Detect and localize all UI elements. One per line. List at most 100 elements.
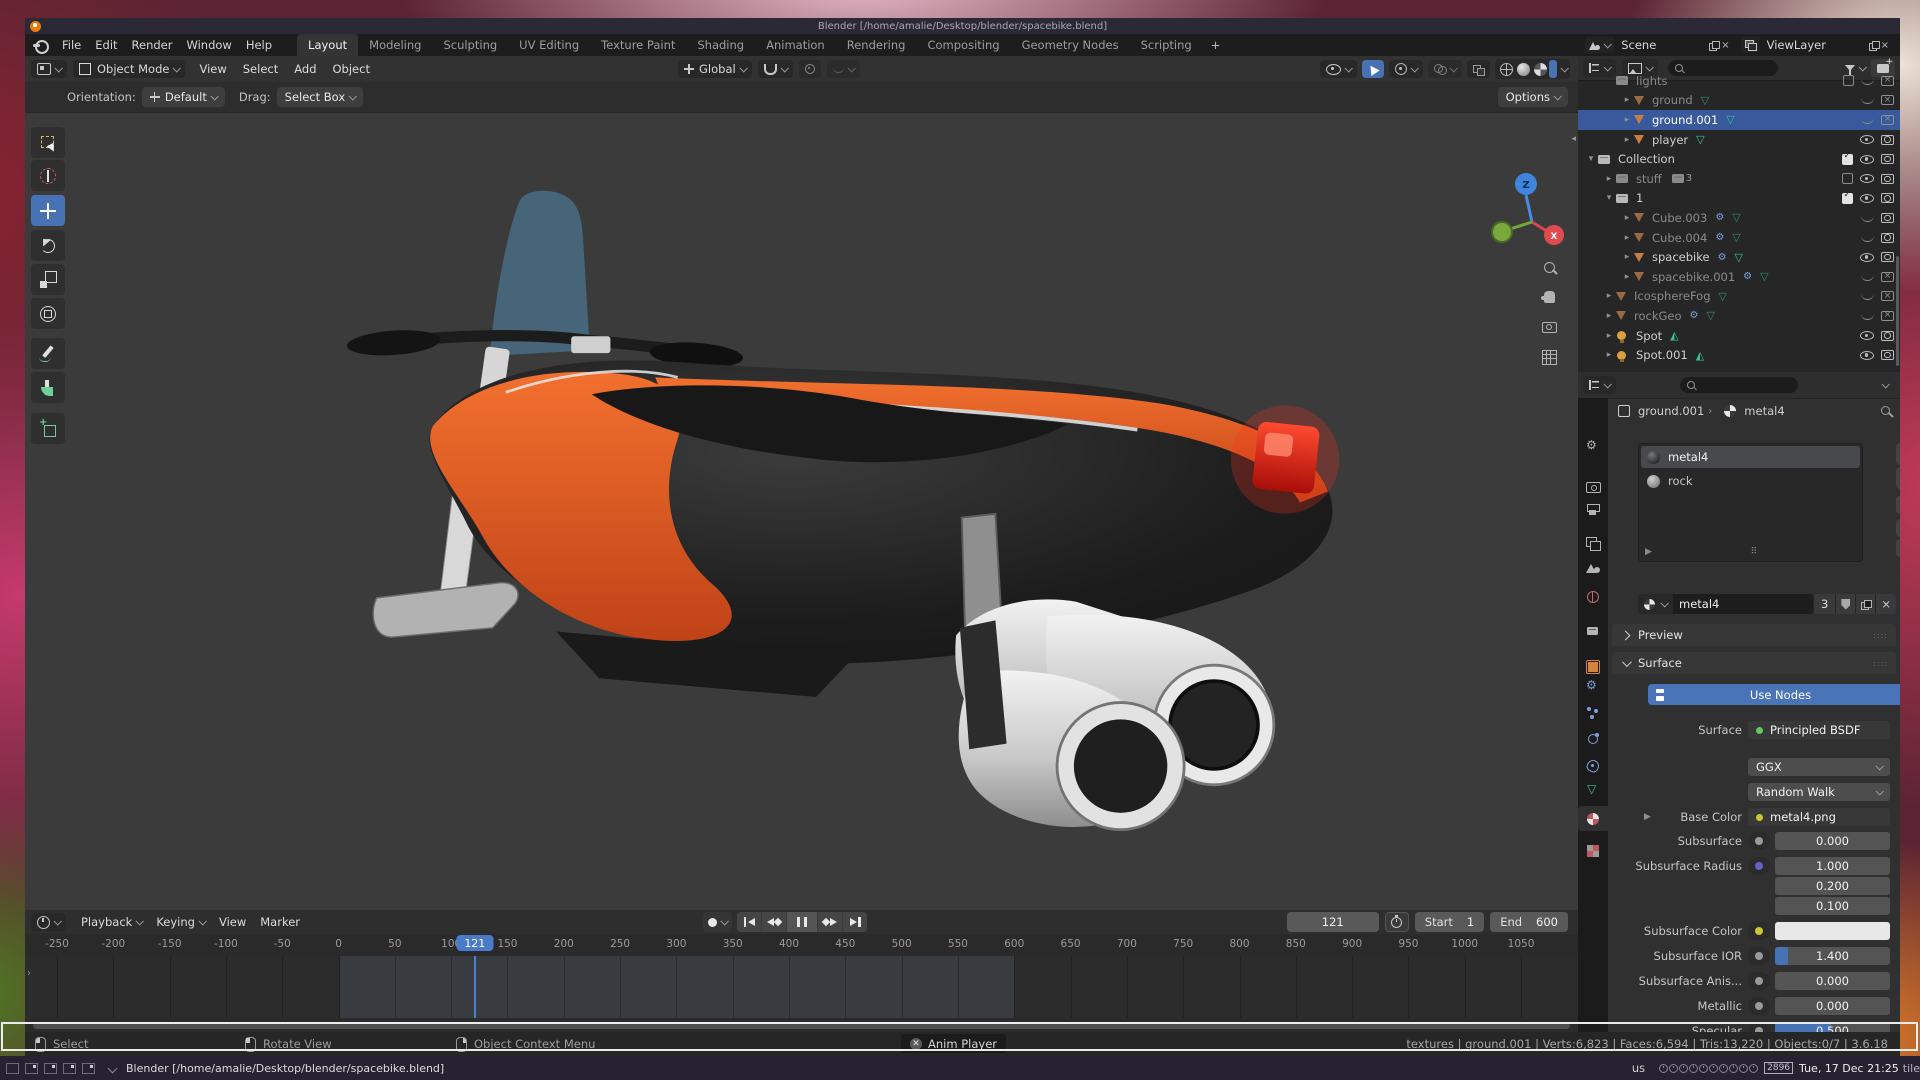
tool-transform-button[interactable]: [31, 298, 65, 329]
properties-tab-render[interactable]: [1578, 474, 1608, 499]
use-preview-range-button[interactable]: [1385, 912, 1409, 932]
add-workspace-button[interactable]: +: [1203, 34, 1229, 56]
eye-closed-icon[interactable]: [1861, 273, 1874, 281]
breadcrumb-object[interactable]: ground.001: [1638, 404, 1704, 418]
tab-layout[interactable]: Layout: [297, 34, 358, 56]
move-slot-down-button[interactable]: ▼: [1896, 539, 1900, 557]
viewport-3d[interactable]: Object Mode ViewSelectAddObject Global: [25, 56, 1578, 910]
options-dropdown[interactable]: Options: [1498, 87, 1568, 107]
tray-applet-icon[interactable]: [1689, 1064, 1698, 1073]
timeline-menu-view[interactable]: View: [212, 912, 253, 932]
eye-open-icon[interactable]: [1860, 155, 1874, 164]
tray-applet-icon[interactable]: [1699, 1064, 1708, 1073]
camera-disabled-icon[interactable]: [1881, 95, 1894, 105]
tab-rendering[interactable]: Rendering: [836, 34, 917, 56]
browse-material-dropdown[interactable]: [1638, 594, 1673, 614]
tool-annotate-button[interactable]: [31, 338, 65, 369]
pager-workspace-1[interactable]: [6, 1063, 19, 1074]
jump-start-button[interactable]: [737, 912, 762, 932]
properties-tab-constraints[interactable]: [1578, 753, 1608, 778]
expand-arrow-icon[interactable]: ▸: [1620, 115, 1634, 125]
timeline-ruler[interactable]: -250-200-150-100-50050100150200250300350…: [25, 934, 1578, 957]
remove-slot-button[interactable]: −: [1896, 467, 1900, 489]
outliner-row-cube-004[interactable]: ▸Cube.004⚙▽: [1578, 228, 1900, 248]
material-users-count[interactable]: 3: [1813, 594, 1835, 614]
transform-orientation-dropdown[interactable]: Global: [678, 60, 752, 78]
eye-closed-icon[interactable]: [1861, 116, 1874, 124]
blender-menu-icon[interactable]: [33, 39, 49, 51]
tool-scale-button[interactable]: [31, 264, 65, 295]
expand-arrow-icon[interactable]: ▾: [1602, 193, 1616, 203]
camera-disabled-icon[interactable]: [1881, 311, 1894, 321]
properties-tab-tool[interactable]: [1578, 434, 1608, 459]
properties-tab-object-data[interactable]: [1578, 778, 1608, 803]
pan-tool-button[interactable]: [1538, 286, 1560, 308]
slot-specials-button[interactable]: [1896, 496, 1900, 514]
outliner[interactable]: lights▸ground▽▸ground.001▽▸player▽▾Colle…: [1578, 56, 1900, 372]
playhead[interactable]: [474, 956, 476, 1018]
base-color-field[interactable]: metal4.png: [1748, 808, 1890, 826]
properties-tab-modifiers[interactable]: [1578, 674, 1608, 699]
timeline-tracks[interactable]: [25, 956, 1578, 1018]
surface-shader-field[interactable]: Principled BSDF: [1748, 721, 1890, 739]
outliner-row-ground[interactable]: ▸ground▽: [1578, 91, 1900, 111]
timeline-expand-arrow-icon[interactable]: ›: [27, 968, 31, 979]
xray-toggle[interactable]: [1467, 60, 1490, 78]
unlink-scene-icon[interactable]: ×: [1718, 40, 1732, 51]
pause-button[interactable]: [787, 912, 818, 932]
tray-applet-icon[interactable]: [1739, 1064, 1748, 1073]
next-key-button[interactable]: [818, 912, 843, 932]
properties-tab-physics[interactable]: [1578, 726, 1608, 751]
eye-open-icon[interactable]: [1860, 135, 1874, 144]
outliner-row-rockgeo[interactable]: ▸rockGeo⚙▽: [1578, 306, 1900, 326]
properties-tab-collection[interactable]: [1578, 618, 1608, 643]
expand-arrow-icon[interactable]: ▸: [1620, 213, 1634, 223]
properties-tab-particles[interactable]: [1578, 699, 1608, 724]
properties-tab-output[interactable]: [1578, 497, 1608, 522]
material-shading-button[interactable]: [1534, 63, 1547, 76]
camera-disabled-icon[interactable]: [1881, 272, 1894, 282]
tool-cursor-button[interactable]: [31, 160, 65, 191]
remove-viewlayer-icon[interactable]: ×: [1878, 40, 1892, 51]
camera-disabled-icon[interactable]: [1881, 291, 1894, 301]
socket-chip[interactable]: [1748, 947, 1770, 965]
gizmos-dropdown[interactable]: [1389, 60, 1423, 78]
menu-help[interactable]: Help: [239, 35, 279, 55]
timeline-scrollbar[interactable]: [33, 1022, 1570, 1029]
timeline-menu-marker[interactable]: Marker: [253, 912, 307, 932]
wireframe-shading-button[interactable]: [1500, 63, 1513, 76]
rendered-shading-button[interactable]: [1549, 60, 1557, 78]
expand-arrow-icon[interactable]: ▸: [1602, 350, 1616, 360]
solid-shading-button[interactable]: [1517, 63, 1530, 76]
socket-chip[interactable]: [1748, 922, 1770, 940]
expand-arrow-icon[interactable]: ▸: [1620, 233, 1634, 243]
tool-box-select-button[interactable]: [31, 127, 65, 158]
outliner-row-cube-003[interactable]: ▸Cube.003⚙▽: [1578, 208, 1900, 228]
copy-material-button[interactable]: [1855, 594, 1875, 614]
checkbox-checked[interactable]: [1842, 193, 1853, 204]
camera-disabled-icon[interactable]: [1881, 76, 1894, 86]
new-scene-icon[interactable]: [1709, 41, 1718, 50]
color-swatch-field[interactable]: [1775, 922, 1890, 940]
outliner-row-stuff[interactable]: ▸stuff3: [1578, 169, 1900, 189]
properties-tab-scene[interactable]: [1578, 554, 1608, 579]
eye-closed-icon[interactable]: [1861, 214, 1874, 222]
expand-arrow-icon[interactable]: ▸: [1602, 311, 1616, 321]
pager-workspace-3[interactable]: [44, 1063, 57, 1074]
pager-workspace-2[interactable]: [25, 1063, 38, 1074]
tray-applet-icon[interactable]: [1749, 1064, 1758, 1073]
expand-arrow-icon[interactable]: ▾: [1584, 154, 1598, 164]
properties-editor[interactable]: ground.001 › metal4 ▶⠿ metal4rock + − ▲ …: [1578, 372, 1900, 1032]
camera-icon[interactable]: [1881, 252, 1894, 262]
expand-arrow-icon[interactable]: ▸: [1620, 252, 1634, 262]
add-slot-button[interactable]: +: [1896, 443, 1900, 465]
checkbox-checked[interactable]: [1842, 154, 1853, 165]
timeline-editor-type-button[interactable]: [31, 913, 66, 931]
eye-open-icon[interactable]: [1860, 331, 1874, 340]
outliner-row-ground-001[interactable]: ▸ground.001▽: [1578, 110, 1900, 130]
falloff-dropdown[interactable]: [827, 60, 860, 78]
navigation-gizmo[interactable]: Z X: [1450, 118, 1570, 248]
eye-open-icon[interactable]: [1860, 351, 1874, 360]
breadcrumb-material[interactable]: metal4: [1744, 404, 1784, 418]
eye-open-icon[interactable]: [1860, 253, 1874, 262]
